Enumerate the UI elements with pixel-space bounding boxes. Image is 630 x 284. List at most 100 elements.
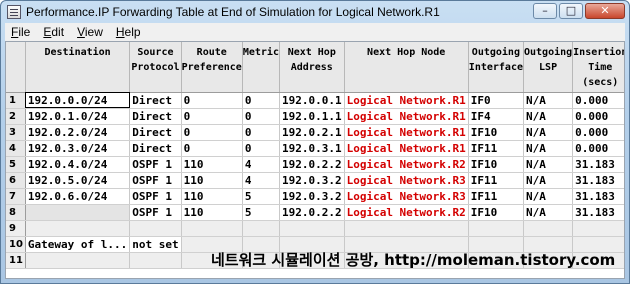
table-cell[interactable]: 0 (242, 92, 280, 109)
row-number[interactable]: 2 (6, 108, 26, 125)
table-cell[interactable]: IF4 (468, 108, 524, 125)
row-number[interactable]: 3 (6, 124, 26, 141)
table-cell[interactable]: 192.0.1.1 (279, 108, 345, 125)
table-row[interactable]: 6 192.0.5.0/24 OSPF 1 110 4 192.0.3.2 Logical … (6, 172, 624, 189)
table-cell[interactable]: 110 (181, 172, 243, 189)
table-cell[interactable]: 31.183 (572, 156, 624, 173)
table-row[interactable]: 5 192.0.4.0/24 OSPF 1 110 4 192.0.2.2 Logical … (6, 156, 624, 173)
table-cell[interactable]: 0.000 (572, 124, 624, 141)
row-number[interactable]: 4 (6, 140, 26, 157)
table-cell[interactable] (129, 220, 182, 237)
table-cell[interactable]: 192.0.1.0/24 (25, 108, 131, 125)
table-cell[interactable]: N/A (523, 92, 574, 109)
table-cell[interactable]: 192.0.3.0/24 (25, 140, 131, 157)
table-cell[interactable] (242, 220, 280, 237)
table-cell[interactable]: 192.0.2.2 (279, 156, 345, 173)
table-cell[interactable]: IF10 (468, 156, 524, 173)
table-cell[interactable]: 192.0.2.1 (279, 124, 345, 141)
table-row[interactable]: 3 192.0.2.0/24 Direct 0 0 192.0.2.1 Logical Ne… (6, 124, 624, 141)
table-cell[interactable]: 0.000 (572, 108, 624, 125)
table-cell[interactable] (25, 204, 131, 221)
row-number[interactable]: 9 (6, 220, 26, 237)
table-cell[interactable]: 192.0.4.0/24 (25, 156, 131, 173)
table-row[interactable]: 8 OSPF 1 110 5 192.0.2.2 Logical Network.R2 IF… (6, 204, 624, 221)
menu-view[interactable]: View (71, 25, 110, 39)
table-cell[interactable]: 192.0.5.0/24 (25, 172, 131, 189)
table-cell[interactable]: Logical Network.R2 (344, 204, 469, 221)
table-cell[interactable]: Direct (129, 124, 182, 141)
forwarding-table-grid[interactable]: Destination Source Protocol Route Preferen… (5, 41, 625, 279)
column-header[interactable]: Source Protocol (129, 42, 182, 93)
close-button[interactable]: ✕ (585, 3, 625, 19)
table-cell[interactable]: IF11 (468, 140, 524, 157)
menu-help[interactable]: Help (110, 25, 148, 39)
table-cell[interactable]: 0.000 (572, 92, 624, 109)
row-number[interactable]: 10 (6, 236, 26, 253)
table-cell[interactable]: 192.0.3.2 (279, 172, 345, 189)
table-cell[interactable]: IF10 (468, 124, 524, 141)
table-cell[interactable]: Direct (129, 92, 182, 109)
table-cell[interactable]: Logical Network.R1 (344, 140, 469, 157)
table-cell[interactable]: N/A (523, 188, 574, 205)
table-cell[interactable]: Direct (129, 140, 182, 157)
table-cell[interactable] (25, 252, 131, 269)
menu-edit[interactable]: Edit (37, 25, 71, 39)
column-header[interactable]: Next Hop Address (279, 42, 345, 93)
maximize-button[interactable]: □ (559, 3, 583, 19)
table-cell[interactable]: 31.183 (572, 204, 624, 221)
table-row[interactable]: 9 (6, 220, 624, 237)
table-cell[interactable]: 110 (181, 156, 243, 173)
table-cell[interactable] (181, 220, 243, 237)
table-cell[interactable]: IF0 (468, 92, 524, 109)
table-row[interactable]: 1 192.0.0.0/24 Direct 0 0 192.0.0.1 Logical Ne… (6, 92, 624, 109)
row-number[interactable]: 11 (6, 252, 26, 269)
table-cell[interactable] (572, 220, 624, 237)
menu-file[interactable]: File (5, 25, 37, 39)
column-header[interactable]: Next Hop Node (344, 42, 469, 93)
table-cell[interactable]: Logical Network.R3 (344, 172, 469, 189)
table-cell[interactable]: Logical Network.R1 (344, 108, 469, 125)
table-cell[interactable]: OSPF 1 (129, 188, 182, 205)
column-header[interactable]: Insertion Time (secs) (572, 42, 624, 93)
table-cell[interactable]: 5 (242, 204, 280, 221)
table-cell[interactable]: N/A (523, 108, 574, 125)
table-cell[interactable] (129, 252, 182, 269)
row-number[interactable]: 6 (6, 172, 26, 189)
table-cell[interactable] (344, 220, 469, 237)
column-header[interactable]: Route Preference (181, 42, 243, 93)
table-cell[interactable]: OSPF 1 (129, 204, 182, 221)
title-bar[interactable]: Performance.IP Forwarding Table at End o… (1, 1, 629, 23)
table-cell[interactable]: 31.183 (572, 188, 624, 205)
table-cell[interactable]: 0.000 (572, 140, 624, 157)
column-header[interactable]: Outgoing LSP (523, 42, 574, 93)
table-cell[interactable]: 192.0.6.0/24 (25, 188, 131, 205)
table-cell[interactable]: 0 (181, 124, 243, 141)
table-cell[interactable]: Logical Network.R3 (344, 188, 469, 205)
table-cell[interactable]: N/A (523, 140, 574, 157)
table-row[interactable]: 2 192.0.1.0/24 Direct 0 0 192.0.1.1 Logical Ne… (6, 108, 624, 125)
table-cell[interactable]: 31.183 (572, 172, 624, 189)
table-cell[interactable]: 192.0.3.2 (279, 188, 345, 205)
column-header[interactable]: Destination (25, 42, 131, 93)
table-cell[interactable]: 0 (181, 92, 243, 109)
table-cell[interactable]: 192.0.0.1 (279, 92, 345, 109)
table-cell[interactable] (468, 220, 524, 237)
row-number[interactable]: 7 (6, 188, 26, 205)
table-cell[interactable] (25, 220, 131, 237)
table-cell[interactable]: IF11 (468, 188, 524, 205)
row-number[interactable]: 8 (6, 204, 26, 221)
table-cell[interactable]: N/A (523, 172, 574, 189)
table-cell[interactable]: IF11 (468, 172, 524, 189)
table-cell[interactable]: 192.0.2.0/24 (25, 124, 131, 141)
row-number[interactable]: 5 (6, 156, 26, 173)
table-cell[interactable]: 0 (242, 124, 280, 141)
table-cell[interactable]: Gateway of l... (25, 236, 131, 253)
table-row[interactable]: 7 192.0.6.0/24 OSPF 1 110 5 192.0.3.2 Logical … (6, 188, 624, 205)
table-cell[interactable] (523, 220, 574, 237)
table-cell[interactable]: IF10 (468, 204, 524, 221)
table-cell[interactable]: Logical Network.R1 (344, 92, 469, 109)
table-cell[interactable]: OSPF 1 (129, 172, 182, 189)
table-cell[interactable]: 5 (242, 188, 280, 205)
table-cell[interactable]: not set (129, 236, 182, 253)
table-cell[interactable]: N/A (523, 124, 574, 141)
